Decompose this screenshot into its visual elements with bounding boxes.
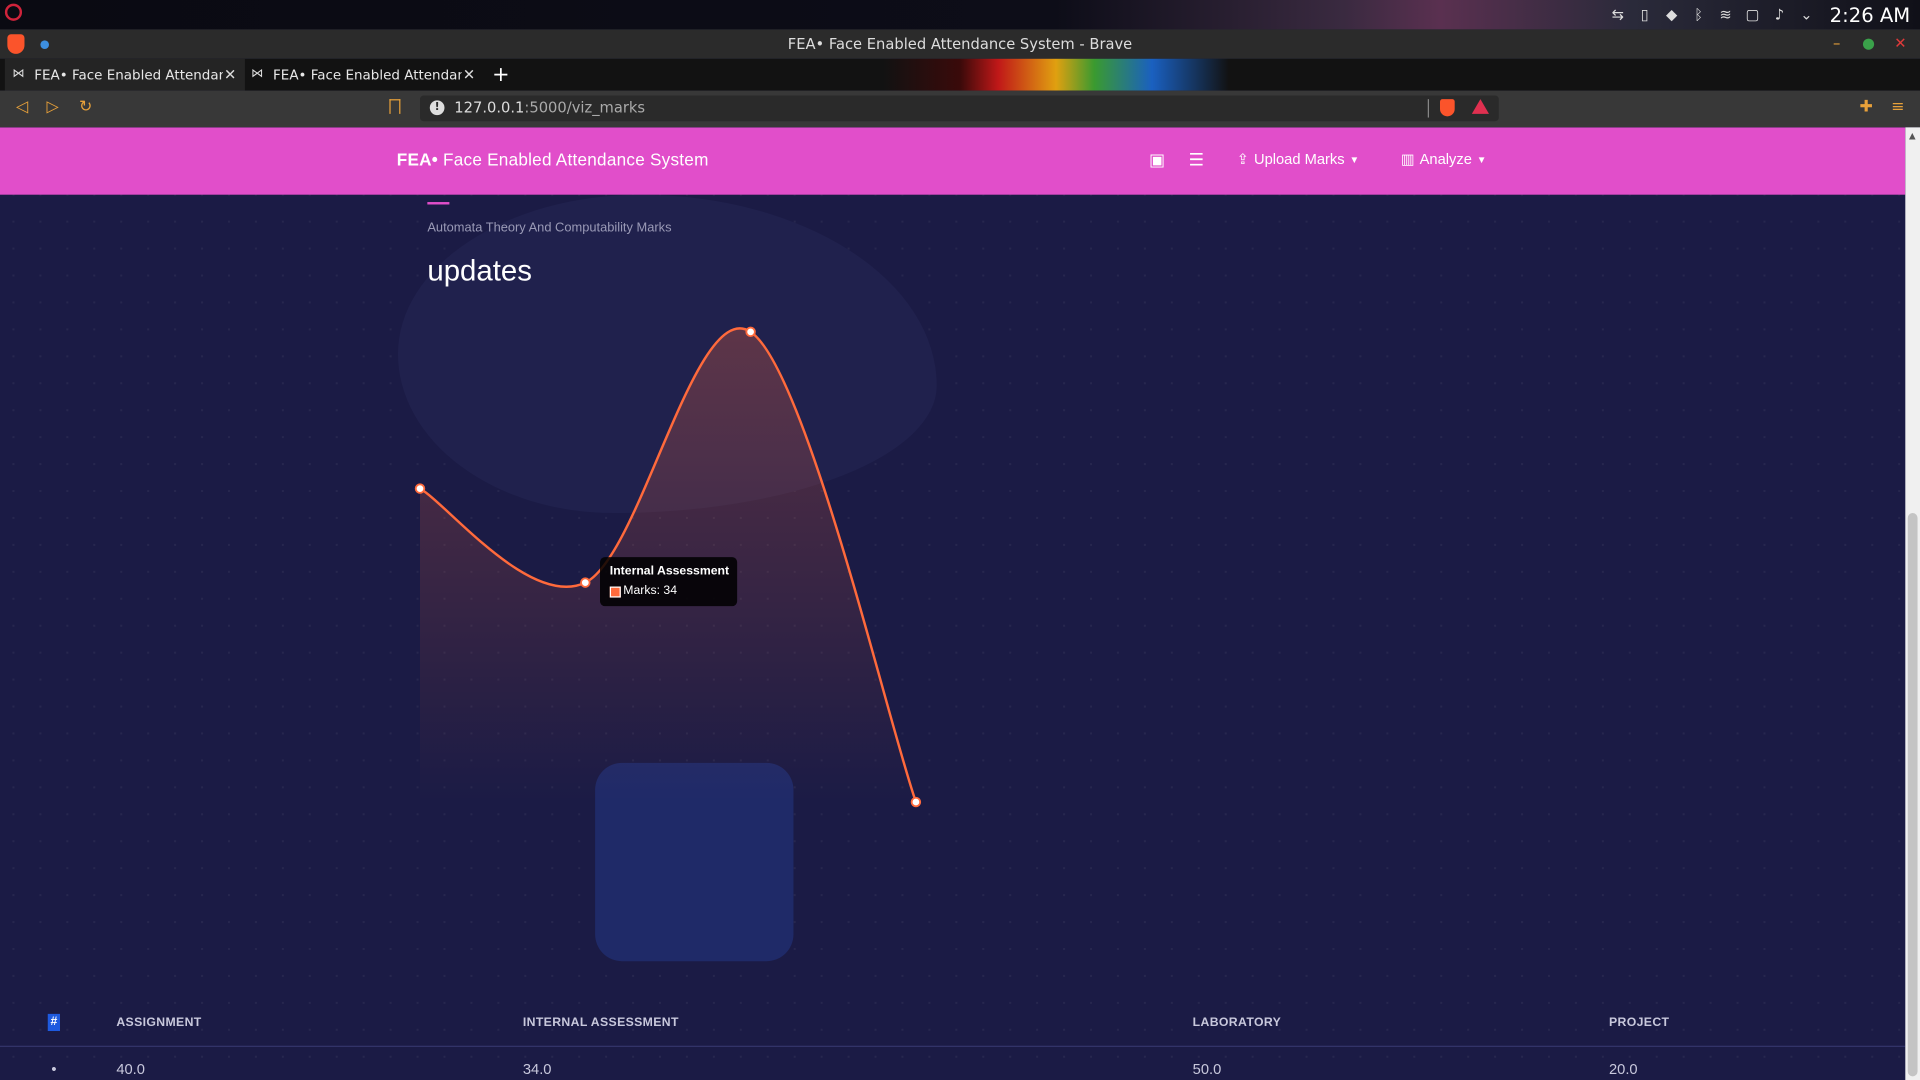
url-path: :5000/viz_marks xyxy=(524,99,646,117)
tab-close-icon[interactable]: ✕ xyxy=(462,66,477,83)
hash-header[interactable]: # xyxy=(47,1013,60,1032)
dropbox-icon[interactable]: ◆ xyxy=(1663,6,1680,23)
tab-close-icon[interactable]: ✕ xyxy=(223,66,238,83)
window-title-bar: FEA• Face Enabled Attendance System - Br… xyxy=(0,29,1920,59)
os-top-bar: ⇆ ▯ ◆ ᛒ ≋ ▢ ♪ ⌄ 2:26 AM xyxy=(0,0,1920,30)
url-host: 127.0.0.1 xyxy=(454,99,525,117)
brave-rewards-icon[interactable] xyxy=(1471,99,1489,114)
header-project: PROJECT xyxy=(1608,1016,1670,1030)
chevron-down-icon[interactable]: ⌄ xyxy=(1798,6,1815,23)
header-laboratory: LABORATORY xyxy=(1192,1016,1282,1030)
teamviewer-icon[interactable]: ⇆ xyxy=(1609,6,1626,23)
maximize-icon[interactable]: ● xyxy=(1861,34,1876,51)
tab-2[interactable]: ⋈ FEA• Face Enabled Attendance System ✕ xyxy=(244,59,484,91)
header-assignment: ASSIGNMENT xyxy=(116,1016,202,1030)
address-bar[interactable]: ! 127.0.0.1:5000/viz_marks xyxy=(420,95,1499,122)
chart-point-laboratory[interactable] xyxy=(745,326,756,338)
tooltip-value: Marks: 34 xyxy=(623,584,678,598)
close-icon[interactable]: ✕ xyxy=(1893,34,1908,51)
chart-point-internal-assessment[interactable] xyxy=(580,577,591,588)
chart-point-assignment[interactable] xyxy=(414,483,426,494)
forward-icon[interactable]: ▷ xyxy=(43,98,63,118)
volume-icon[interactable]: ♪ xyxy=(1771,6,1788,23)
wifi-icon[interactable]: ≋ xyxy=(1717,6,1734,23)
back-icon[interactable]: ◁ xyxy=(12,98,32,118)
minimize-icon[interactable]: – xyxy=(1829,34,1844,51)
row-bullet: • xyxy=(51,1060,57,1078)
tab-strip: ⋈ FEA• Face Enabled Attendance System ✕ … xyxy=(0,58,1920,91)
cell-laboratory: 50.0 xyxy=(1192,1060,1222,1078)
marks-line-chart[interactable] xyxy=(0,127,1905,1080)
web-page: FEA• Face Enabled Attendance System ▣ ☰ … xyxy=(0,127,1906,1080)
screen-icon[interactable]: ▢ xyxy=(1744,6,1761,23)
tab-1[interactable]: ⋈ FEA• Face Enabled Attendance System ✕ xyxy=(4,58,245,91)
debian-logo-icon[interactable] xyxy=(4,3,23,21)
tab-label: FEA• Face Enabled Attendance System xyxy=(34,66,223,83)
clock[interactable]: 2:26 AM xyxy=(1830,3,1911,26)
cell-project: 20.0 xyxy=(1608,1060,1638,1078)
browser-toolbar: ◁ ▷ ↻ ! 127.0.0.1:5000/viz_marks ✚ ≡ xyxy=(0,90,1920,128)
new-tab-button[interactable]: + xyxy=(490,64,512,86)
tooltip-title: Internal Assessment xyxy=(609,564,730,578)
cell-internal-assessment: 34.0 xyxy=(522,1060,552,1078)
bluetooth-icon[interactable]: ᛒ xyxy=(1690,6,1707,23)
table-divider xyxy=(0,1045,1906,1047)
cell-assignment: 40.0 xyxy=(116,1060,145,1078)
header-internal-assessment: INTERNAL ASSESSMENT xyxy=(522,1016,679,1030)
window-controls: – ● ✕ xyxy=(1829,34,1907,51)
info-icon[interactable]: ! xyxy=(429,100,445,116)
menu-icon[interactable]: ≡ xyxy=(1891,99,1906,116)
reload-icon[interactable]: ↻ xyxy=(76,98,96,118)
mask-icon: ⋈ xyxy=(12,67,25,81)
screen: ⇆ ▯ ◆ ᛒ ≋ ▢ ♪ ⌄ 2:26 AM FEA• Face Enable… xyxy=(0,0,1920,1080)
extensions-icon[interactable]: ✚ xyxy=(1858,99,1875,116)
divider xyxy=(1427,99,1429,118)
bookmark-icon[interactable] xyxy=(389,99,401,114)
scroll-up-icon[interactable]: ▲ xyxy=(1909,131,1916,141)
chart-tooltip: Internal Assessment Marks: 34 xyxy=(600,557,738,607)
brave-shields-icon[interactable] xyxy=(1440,99,1455,117)
tab-label: FEA• Face Enabled Attendance System xyxy=(273,66,462,83)
scrollbar-thumb[interactable] xyxy=(1907,513,1918,1077)
page-scrollbar[interactable]: ▲ xyxy=(1905,127,1920,1080)
tooltip-swatch xyxy=(609,586,621,598)
url-text[interactable]: 127.0.0.1:5000/viz_marks xyxy=(454,99,645,116)
window-title: FEA• Face Enabled Attendance System - Br… xyxy=(787,35,1133,53)
mask-icon: ⋈ xyxy=(251,67,264,81)
chart-point-project[interactable] xyxy=(910,796,922,808)
battery-icon[interactable]: ▯ xyxy=(1636,6,1653,23)
system-tray: ⇆ ▯ ◆ ᛒ ≋ ▢ ♪ ⌄ 2:26 AM xyxy=(1609,0,1911,29)
